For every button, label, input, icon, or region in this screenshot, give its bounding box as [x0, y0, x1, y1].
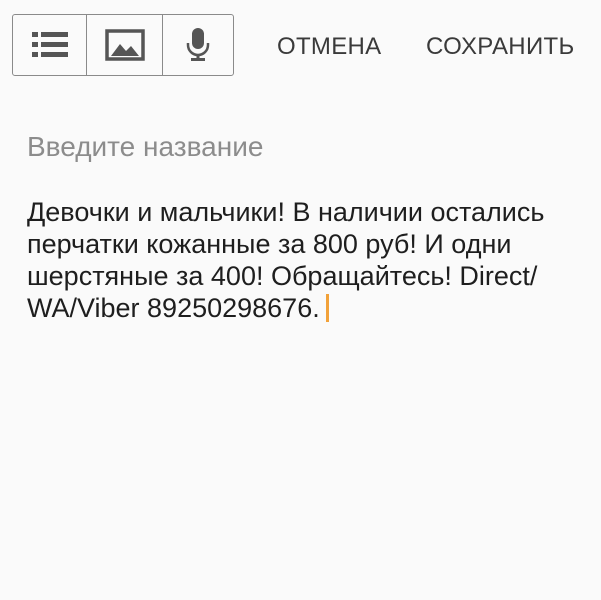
microphone-icon	[186, 27, 210, 63]
microphone-button[interactable]	[162, 15, 233, 75]
title-input[interactable]: Введите название	[27, 128, 587, 166]
cancel-button[interactable]: ОТМЕНА	[277, 30, 381, 64]
list-icon	[30, 29, 70, 61]
format-tool-group	[12, 14, 234, 76]
image-button[interactable]	[86, 15, 162, 75]
save-button[interactable]: СОХРАНИТЬ	[426, 30, 575, 64]
list-button[interactable]	[13, 15, 86, 75]
note-body-input[interactable]: Девочки и мальчики! В наличии остались п…	[27, 196, 587, 324]
image-icon	[104, 28, 145, 62]
title-placeholder: Введите название	[27, 131, 264, 162]
toolbar: ОТМЕНА СОХРАНИТЬ	[0, 0, 601, 95]
note-body-text: Девочки и мальчики! В наличии остались п…	[27, 197, 545, 323]
text-cursor	[325, 294, 329, 322]
